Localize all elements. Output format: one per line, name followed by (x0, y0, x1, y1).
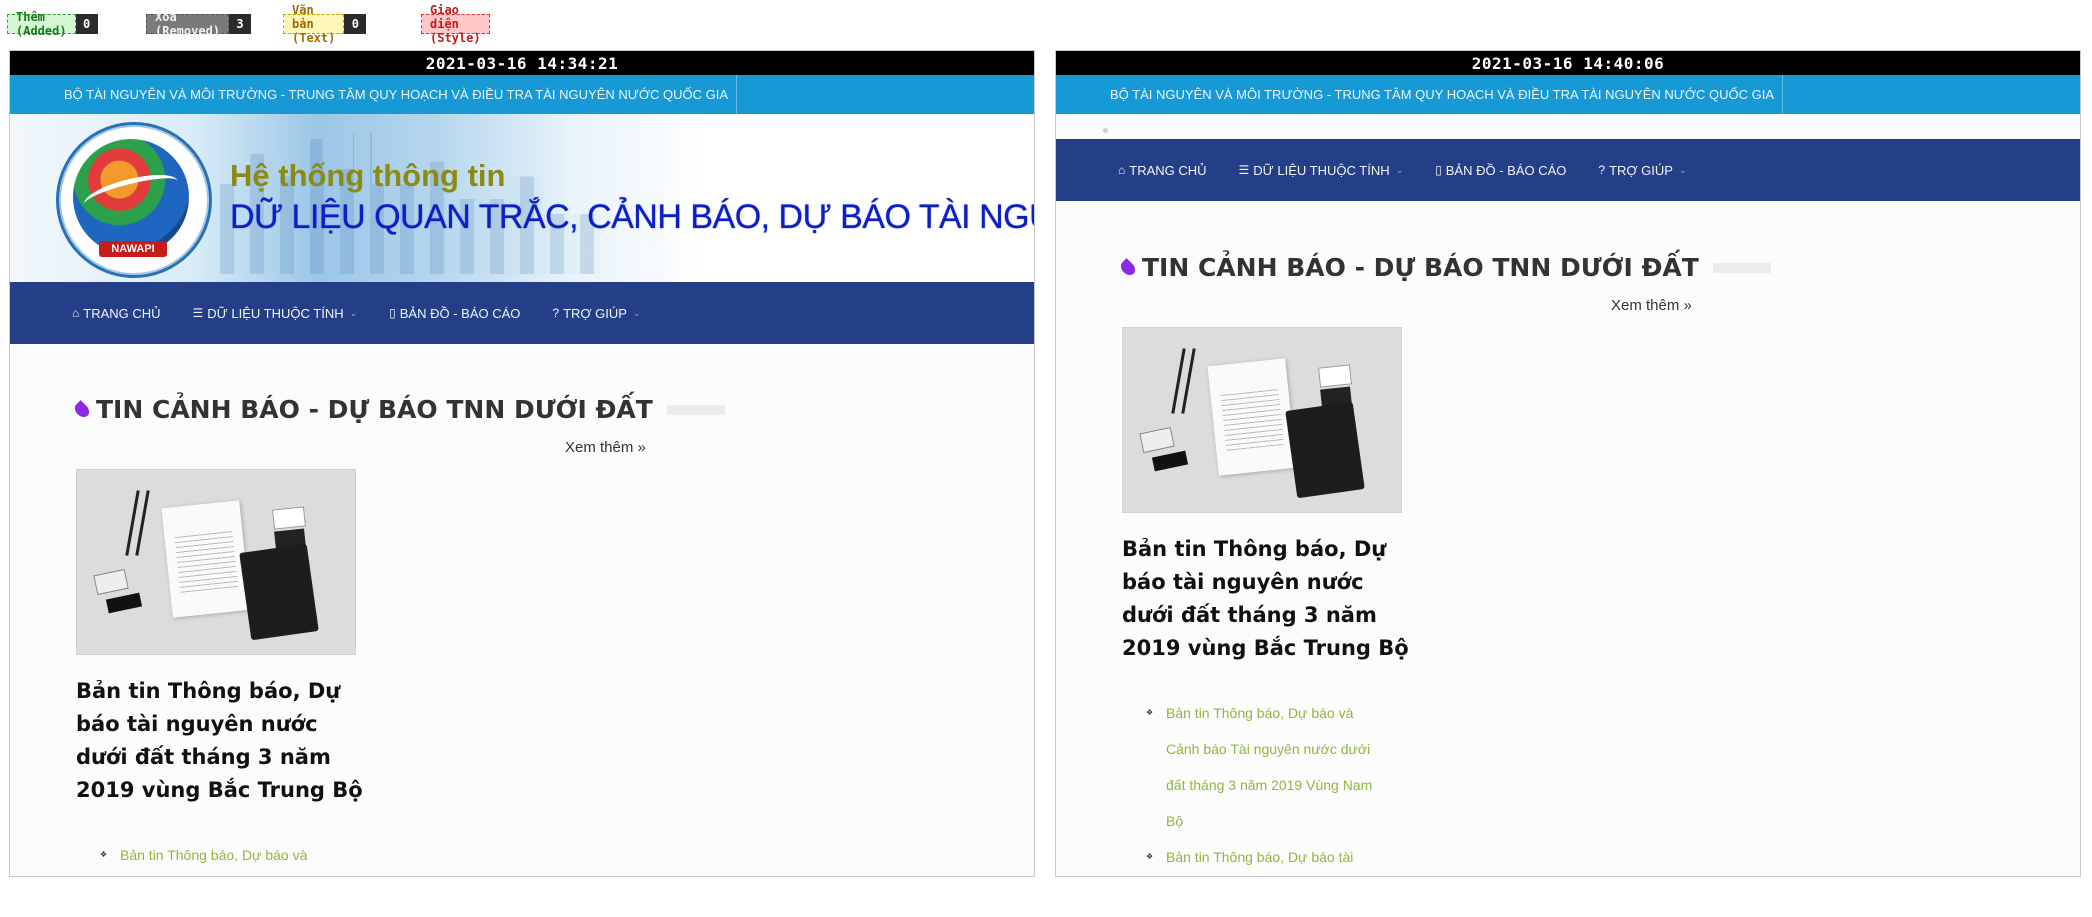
nav-label: BẢN ĐỒ - BÁO CÁO (399, 305, 521, 321)
logo-tag: NAWAPI (99, 241, 167, 257)
chevron-down-icon: ⌄ (349, 307, 358, 318)
question-circle-icon: ? (552, 306, 560, 320)
nav-item-map[interactable]: ▯ BẢN ĐỒ - BÁO CÁO (1435, 163, 1566, 178)
main-nav: ⌂ TRANG CHỦ ☰ DỮ LIỆU THUỘC TÍNH ⌄ ▯ BẢN ĐỒ … (10, 282, 1034, 344)
card-graphic (272, 506, 306, 530)
nav-label: TRỢ GIÚP (1609, 162, 1673, 178)
usb-graphic (93, 568, 129, 596)
nav-item-help[interactable]: ? TRỢ GIÚP ⌄ (1598, 163, 1686, 178)
post-title[interactable]: Bản tin Thông báo, Dự báo tài nguyên nướ… (1122, 533, 1412, 665)
nav-label: TRANG CHỦ (1129, 162, 1207, 178)
chevron-down-icon: ⌄ (632, 307, 641, 318)
notebook-graphic (239, 543, 319, 641)
title-underbar (1712, 262, 1771, 273)
question-circle-icon: ? (1598, 163, 1606, 177)
site-banner: NAWAPI Hệ thống thông tin DỮ LIỆU QUAN T… (10, 114, 1034, 282)
ministry-text[interactable]: BỘ TÀI NGUYÊN VÀ MÔI TRƯỜNG - TRUNG TÂM … (1110, 75, 1784, 114)
logo-emblem (73, 139, 189, 255)
legend-removed-label: Xoá (Removed) (146, 10, 230, 38)
section-title-text: TIN CẢNH BÁO - DỰ BÁO TNN DƯỚI ĐẤT (1142, 253, 1699, 282)
legend-text-count: 0 (344, 14, 367, 34)
snapshot-right: 2021-03-16 14:40:06 BỘ TÀI NGUYÊN VÀ MÔI… (1055, 50, 2081, 877)
snapshot-timestamp: 2021-03-16 14:34:21 (10, 51, 1034, 75)
snapshot-timestamp: 2021-03-16 14:40:06 (1056, 51, 2080, 75)
legend-added-count: 0 (75, 14, 98, 34)
legend-style: Giao diện (Style) (421, 3, 490, 45)
legend-added-label: Thêm (Added) (7, 10, 76, 38)
banner-title-line2: DỮ LIỆU QUAN TRẮC, CẢNH BÁO, DỰ BÁO TÀI … (230, 198, 1034, 236)
nav-item-home[interactable]: ⌂ TRANG CHỦ (1118, 163, 1207, 178)
card-graphic (1318, 364, 1352, 388)
nav-item-help[interactable]: ? TRỢ GIÚP ⌄ (552, 306, 640, 321)
section-title: TIN CẢNH BÁO - DỰ BÁO TNN DƯỚI ĐẤT (72, 395, 725, 424)
legend-text: Văn bản (Text) 0 (283, 3, 367, 45)
see-more-link[interactable]: Xem thêm » (1611, 297, 1692, 314)
related-links: Bản tin Thông báo, Dự báo và Cảnh báo Tà… (1144, 695, 1389, 875)
related-link[interactable]: Bản tin Thông báo, Dự báo và Cảnh báo Tà… (1144, 695, 1389, 839)
notebook-graphic (1285, 401, 1365, 499)
related-link[interactable]: Bản tin Thông báo, Dự báo và (98, 837, 343, 873)
usb-graphic (1151, 450, 1189, 472)
section-title: TIN CẢNH BÁO - DỰ BÁO TNN DƯỚI ĐẤT (1118, 253, 1771, 282)
database-icon: ☰ (192, 306, 204, 320)
legend-style-label: Giao diện (Style) (421, 3, 490, 45)
nav-item-data[interactable]: ☰ DỮ LIỆU THUỘC TÍNH ⌄ (1239, 163, 1404, 178)
nawapi-logo[interactable]: NAWAPI (56, 122, 212, 278)
water-drop-icon (1118, 257, 1138, 278)
post-thumbnail[interactable] (1122, 327, 1402, 513)
nav-label: BẢN ĐỒ - BÁO CÁO (1445, 162, 1567, 178)
related-link[interactable]: Bản tin Thông báo, Dự báo tài (1144, 839, 1389, 875)
nav-label: DỮ LIỆU THUỘC TÍNH (207, 305, 344, 321)
ministry-text[interactable]: BỘ TÀI NGUYÊN VÀ MÔI TRƯỜNG - TRUNG TÂM … (64, 75, 738, 114)
chevron-down-icon: ⌄ (1678, 164, 1687, 175)
see-more-link[interactable]: Xem thêm » (565, 439, 646, 456)
legend-text-label: Văn bản (Text) (283, 3, 345, 45)
home-icon: ⌂ (1118, 163, 1126, 177)
removed-banner-placeholder (1056, 114, 2080, 139)
related-links: Bản tin Thông báo, Dự báo và (98, 837, 343, 873)
home-icon: ⌂ (72, 306, 80, 320)
nav-label: TRỢ GIÚP (563, 305, 627, 321)
ministry-bar: BỘ TÀI NGUYÊN VÀ MÔI TRƯỜNG - TRUNG TÂM … (1056, 75, 2080, 114)
water-drop-icon (72, 399, 92, 420)
paper-graphic (161, 500, 251, 618)
nav-label: DỮ LIỆU THUỘC TÍNH (1253, 162, 1390, 178)
map-icon: ▯ (389, 306, 396, 320)
nav-label: TRANG CHỦ (83, 305, 161, 321)
usb-graphic (105, 592, 143, 614)
section-title-text: TIN CẢNH BÁO - DỰ BÁO TNN DƯỚI ĐẤT (96, 395, 653, 424)
post-thumbnail[interactable] (76, 469, 356, 655)
map-icon: ▯ (1435, 163, 1442, 177)
paper-graphic (1207, 358, 1297, 476)
legend-removed-count: 3 (229, 14, 252, 34)
ministry-bar: BỘ TÀI NGUYÊN VÀ MÔI TRƯỜNG - TRUNG TÂM … (10, 75, 1034, 114)
dot-marker (1103, 128, 1108, 133)
legend-removed: Xoá (Removed) 3 (146, 10, 252, 38)
snapshot-left: 2021-03-16 14:34:21 BỘ TÀI NGUYÊN VÀ MÔI… (9, 50, 1035, 877)
legend-added: Thêm (Added) 0 (7, 10, 98, 38)
nav-item-data[interactable]: ☰ DỮ LIỆU THUỘC TÍNH ⌄ (193, 306, 358, 321)
usb-graphic (1139, 426, 1175, 454)
title-underbar (666, 404, 725, 415)
nav-item-map[interactable]: ▯ BẢN ĐỒ - BÁO CÁO (389, 306, 520, 321)
post-title[interactable]: Bản tin Thông báo, Dự báo tài nguyên nướ… (76, 675, 366, 807)
chevron-down-icon: ⌄ (1395, 164, 1404, 175)
nav-item-home[interactable]: ⌂ TRANG CHỦ (72, 306, 161, 321)
database-icon: ☰ (1238, 163, 1250, 177)
banner-title-line1: Hệ thống thông tin (230, 158, 506, 193)
main-nav: ⌂ TRANG CHỦ ☰ DỮ LIỆU THUỘC TÍNH ⌄ ▯ BẢN ĐỒ … (1056, 139, 2080, 201)
